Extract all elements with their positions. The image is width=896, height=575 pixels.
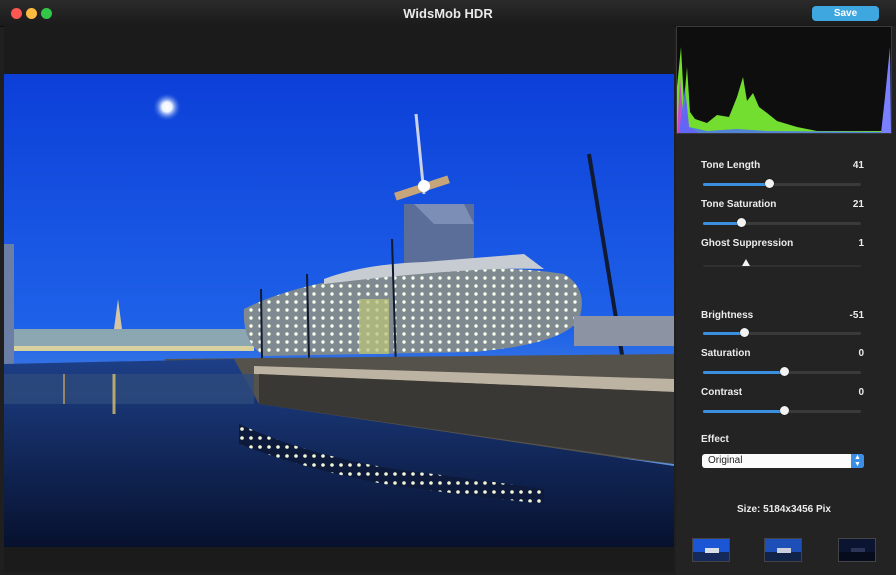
window-title: WidsMob HDR — [403, 6, 493, 21]
up-down-chevron-icon[interactable]: ▲ ▼ — [851, 454, 864, 468]
saturation-label: Saturation — [701, 348, 751, 359]
thumbnail-2[interactable] — [764, 538, 802, 562]
thumbnail-3[interactable] — [838, 538, 876, 562]
thumbnail-3-image — [839, 539, 875, 561]
thumbnail-2-image — [765, 539, 801, 561]
tone-length-slider-fill — [703, 183, 770, 186]
histogram-graph — [677, 47, 891, 133]
title-bar: WidsMob HDR Save — [0, 0, 896, 27]
tone-saturation-slider-fill — [703, 222, 741, 225]
hdr-preview-image — [4, 74, 674, 547]
harbor-night-photo — [4, 74, 674, 547]
effect-label: Effect — [701, 434, 729, 445]
brightness-slider-fill — [703, 332, 745, 335]
image-size-label: Size: 5184x3456 Pix — [737, 504, 831, 515]
effect-select[interactable]: Original ▲ ▼ — [702, 454, 864, 468]
tone-saturation-slider-knob[interactable] — [736, 218, 746, 227]
thumbnail-1-image — [693, 539, 729, 561]
adjustment-panel: Tone Length 41 Tone Saturation 21 Ghost … — [676, 26, 896, 575]
brightness-label: Brightness — [701, 310, 754, 321]
contrast-slider[interactable] — [703, 406, 861, 415]
ghost-suppression-slider[interactable] — [703, 259, 861, 267]
ghost-suppression-label: Ghost Suppression — [701, 238, 794, 249]
contrast-value: 0 — [858, 387, 864, 398]
ghost-suppression-slider-knob[interactable] — [741, 259, 750, 266]
image-canvas — [4, 26, 674, 572]
saturation-slider-knob[interactable] — [779, 367, 789, 376]
thumbnail-strip — [675, 525, 896, 575]
effect-selected-value: Original — [708, 455, 743, 466]
save-button[interactable]: Save — [812, 6, 879, 21]
tone-length-slider[interactable] — [703, 179, 861, 188]
brightness-slider-knob[interactable] — [740, 328, 750, 337]
tone-saturation-slider[interactable] — [703, 218, 861, 227]
contrast-label: Contrast — [701, 387, 743, 398]
tone-saturation-value: 21 — [852, 199, 864, 210]
ghost-suppression-value: 1 — [858, 238, 864, 249]
thumbnail-1[interactable] — [692, 538, 730, 562]
saturation-slider[interactable] — [703, 367, 861, 376]
brightness-slider[interactable] — [703, 328, 861, 337]
saturation-slider-fill — [703, 371, 784, 374]
brightness-value: -51 — [849, 310, 864, 321]
tone-length-value: 41 — [852, 160, 864, 171]
tone-length-label: Tone Length — [701, 160, 761, 171]
saturation-value: 0 — [858, 348, 864, 359]
tone-length-slider-knob[interactable] — [765, 179, 775, 188]
tone-saturation-label: Tone Saturation — [701, 199, 777, 210]
histogram — [676, 26, 892, 134]
app-window: WidsMob HDR Save Tone Length 41 Tone Sat… — [0, 0, 896, 575]
contrast-slider-fill — [703, 410, 784, 413]
contrast-slider-knob[interactable] — [779, 406, 789, 415]
